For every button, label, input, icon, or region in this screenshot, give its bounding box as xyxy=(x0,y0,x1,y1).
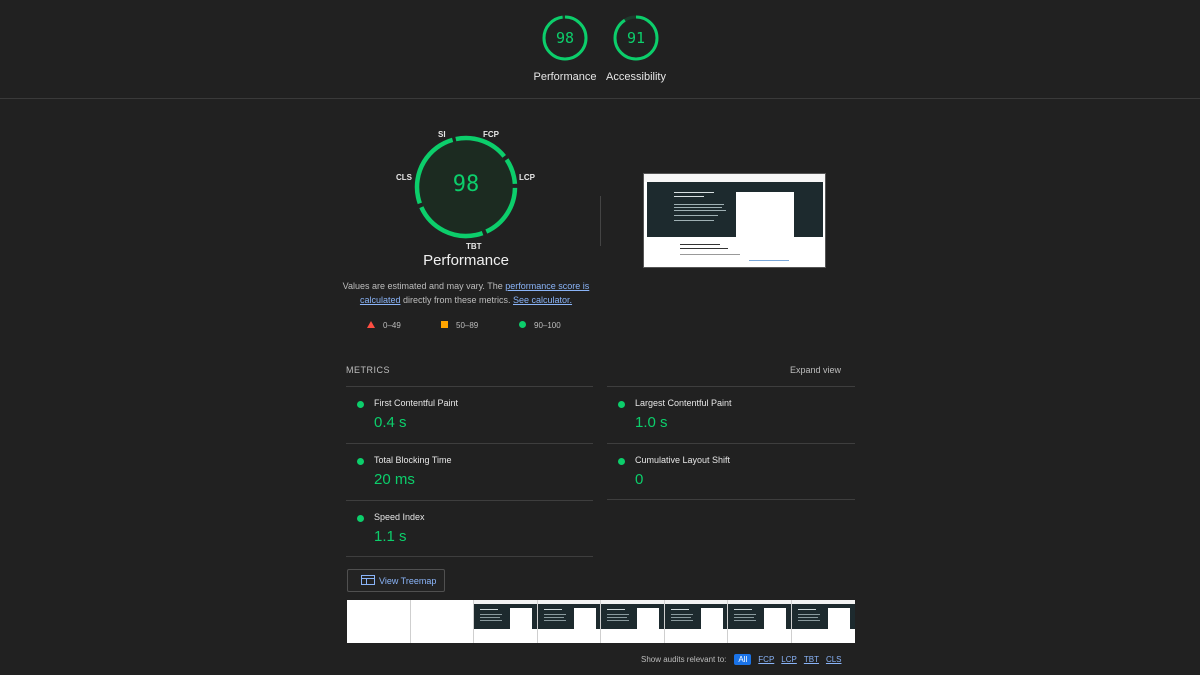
metric-si: Speed Index 1.1 s xyxy=(346,502,592,558)
accessibility-label: Accessibility xyxy=(606,71,666,83)
metrics-divider xyxy=(346,500,593,501)
square-icon xyxy=(441,321,448,330)
metric-lcp: Largest Contentful Paint 1.0 s xyxy=(607,388,853,444)
filmstrip-frame xyxy=(791,600,855,643)
legend-fail-label: 0–49 xyxy=(383,321,401,330)
filter-fcp[interactable]: FCP xyxy=(758,655,774,664)
legend-average: 50–89 xyxy=(441,321,478,330)
metrics-divider xyxy=(607,443,855,444)
pass-circle-icon xyxy=(357,458,364,465)
metric-cls: Cumulative Layout Shift 0 xyxy=(607,445,853,501)
filmstrip-frame xyxy=(728,600,792,643)
filter-cls[interactable]: CLS xyxy=(826,655,842,664)
triangle-icon xyxy=(367,321,375,330)
metrics-divider xyxy=(607,499,855,500)
pass-circle-icon xyxy=(357,401,364,408)
pass-circle-icon xyxy=(618,401,625,408)
filmstrip-frame xyxy=(664,600,728,643)
tbt-label: TBT xyxy=(466,242,482,251)
pass-circle-icon xyxy=(357,515,364,522)
metric-value: 20 ms xyxy=(374,471,415,488)
filter-tbt[interactable]: TBT xyxy=(804,655,819,664)
performance-main-score: 98 xyxy=(452,172,480,197)
performance-score: 98 xyxy=(555,29,575,47)
metric-value: 1.0 s xyxy=(635,414,668,431)
description-text-1: Values are estimated and may vary. The xyxy=(342,281,506,291)
legend-pass: 90–100 xyxy=(519,321,561,330)
legend-pass-label: 90–100 xyxy=(534,321,561,330)
metric-name: Speed Index xyxy=(374,512,425,522)
filmstrip xyxy=(347,600,855,643)
metric-name: Cumulative Layout Shift xyxy=(635,455,731,465)
audit-filter-label: Show audits relevant to: xyxy=(641,655,727,664)
filter-lcp[interactable]: LCP xyxy=(781,655,797,664)
circle-icon xyxy=(519,321,526,330)
audit-filter: Show audits relevant to: All FCP LCP TBT… xyxy=(641,654,842,665)
filmstrip-frame xyxy=(537,600,601,643)
final-screenshot[interactable] xyxy=(643,173,826,268)
category-header: 98 Performance 91 Accessibility xyxy=(0,0,1200,99)
legend-fail: 0–49 xyxy=(367,321,401,330)
metrics-divider xyxy=(346,556,593,557)
filmstrip-frame xyxy=(347,600,411,643)
filmstrip-frame xyxy=(410,600,474,643)
performance-main-gauge: 98 SI FCP LCP TBT CLS xyxy=(392,125,540,253)
performance-title: Performance xyxy=(423,252,509,269)
view-treemap-button[interactable]: View Treemap xyxy=(347,569,445,592)
metric-tbt: Total Blocking Time 20 ms xyxy=(346,445,592,501)
metric-name: Largest Contentful Paint xyxy=(635,398,732,408)
metrics-divider xyxy=(346,443,593,444)
accessibility-score: 91 xyxy=(626,29,646,47)
description-text-2: directly from these metrics. xyxy=(400,295,513,305)
filmstrip-frame xyxy=(601,600,665,643)
metric-value: 1.1 s xyxy=(374,528,407,545)
metric-value: 0 xyxy=(635,471,644,488)
metric-name: First Contentful Paint xyxy=(374,398,459,408)
lcp-label: LCP xyxy=(519,173,535,182)
metric-fcp: First Contentful Paint 0.4 s xyxy=(346,388,592,444)
filter-all[interactable]: All xyxy=(734,654,752,665)
see-calculator-link[interactable]: See calculator. xyxy=(513,295,572,305)
cls-label: CLS xyxy=(396,173,412,182)
filmstrip-frame xyxy=(474,600,538,643)
divider xyxy=(600,196,601,246)
fcp-label: FCP xyxy=(483,130,499,139)
metrics-heading: METRICS xyxy=(346,365,390,375)
score-description: Values are estimated and may vary. The p… xyxy=(340,279,592,307)
accessibility-gauge[interactable]: 91 Accessibility xyxy=(606,14,666,83)
treemap-icon xyxy=(361,572,375,590)
metric-name: Total Blocking Time xyxy=(374,455,452,465)
si-label: SI xyxy=(438,130,446,139)
metrics-divider xyxy=(346,386,593,387)
expand-view-toggle[interactable]: Expand view xyxy=(790,365,841,375)
legend-average-label: 50–89 xyxy=(456,321,479,330)
view-treemap-label: View Treemap xyxy=(379,575,437,586)
pass-circle-icon xyxy=(618,458,625,465)
metrics-divider xyxy=(607,386,855,387)
metric-value: 0.4 s xyxy=(374,414,407,431)
